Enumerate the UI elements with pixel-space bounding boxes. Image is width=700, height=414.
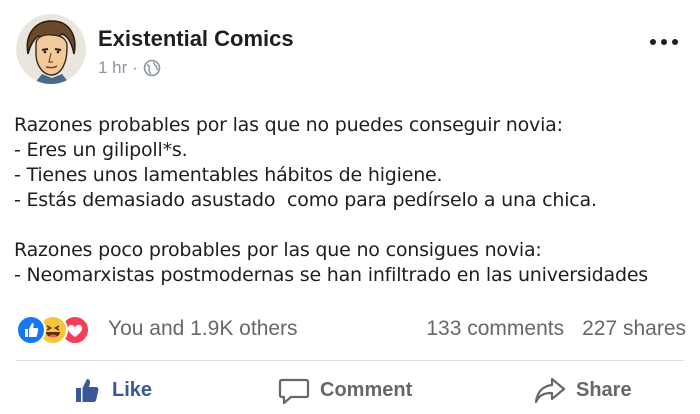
share-label: Share bbox=[576, 378, 632, 401]
like-icon bbox=[72, 375, 102, 405]
post-line: - Eres un gilipoll*s. bbox=[14, 139, 188, 161]
comment-icon bbox=[278, 375, 310, 405]
author-name[interactable]: Existential Comics bbox=[98, 26, 294, 52]
action-bar: Like Comment Share bbox=[0, 368, 700, 412]
comments-count[interactable]: 133 comments bbox=[426, 317, 564, 341]
post-line: Razones probables por las que no puedes … bbox=[14, 114, 563, 136]
like-reaction-icon[interactable] bbox=[16, 315, 46, 345]
post-line: Razones poco probables por las que no co… bbox=[14, 239, 542, 261]
author-avatar[interactable] bbox=[16, 14, 86, 84]
post-line: - Neomarxistas postmodernas se han infil… bbox=[14, 264, 649, 286]
post-line-blank bbox=[14, 213, 694, 238]
post-card: Existential Comics 1 hr · Razones probab… bbox=[0, 0, 700, 414]
reactions-bar: You and 1.9K others 133 comments 227 sha… bbox=[16, 314, 686, 345]
post-line: - Tienes unos lamentables hábitos de hig… bbox=[14, 164, 443, 186]
post-line: - Estás demasiado asustado como para ped… bbox=[14, 189, 597, 211]
post-meta: 1 hr · bbox=[98, 58, 161, 78]
shares-count[interactable]: 227 shares bbox=[582, 317, 686, 341]
post-time[interactable]: 1 hr bbox=[98, 58, 127, 78]
reactors-summary[interactable]: You and 1.9K others bbox=[108, 317, 298, 341]
like-button[interactable]: Like bbox=[72, 368, 152, 412]
like-label: Like bbox=[112, 378, 153, 401]
share-icon bbox=[534, 375, 566, 405]
engagement-counts: 133 comments 227 shares bbox=[426, 317, 686, 341]
comment-label: Comment bbox=[320, 378, 413, 401]
post-text: Razones probables por las que no puedes … bbox=[14, 113, 694, 288]
comment-button[interactable]: Comment bbox=[278, 368, 412, 412]
globe-icon[interactable] bbox=[143, 59, 161, 77]
share-button[interactable]: Share bbox=[534, 368, 632, 412]
reaction-icons[interactable] bbox=[16, 314, 104, 345]
more-options-icon[interactable] bbox=[646, 36, 682, 48]
meta-separator: · bbox=[132, 58, 138, 77]
divider bbox=[16, 360, 684, 361]
